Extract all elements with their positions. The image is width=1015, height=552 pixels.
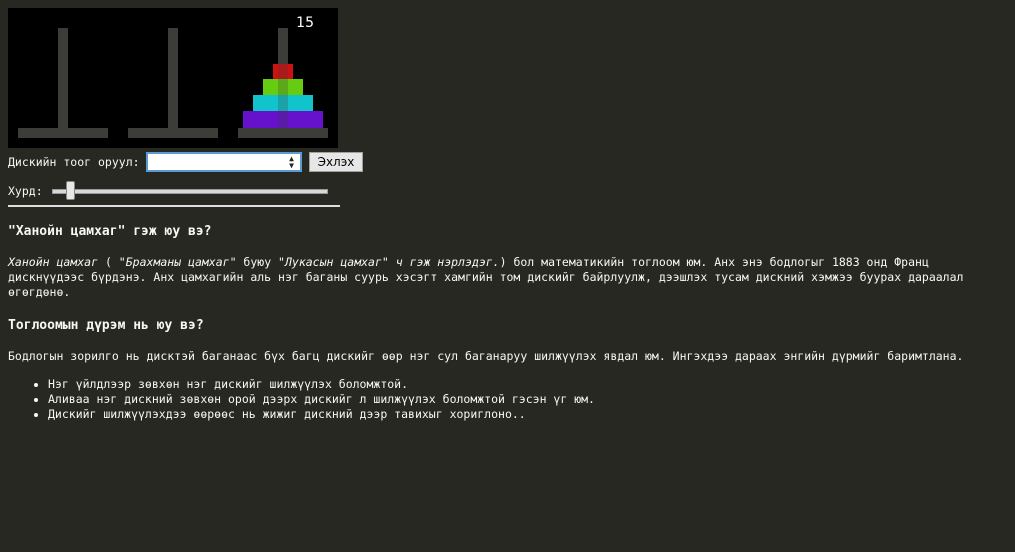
intro-text-3: ) бол математикийн тоглоом юм. Анх энэ б… xyxy=(499,255,929,269)
intro-text-1: ( xyxy=(98,255,119,269)
move-counter: 15 xyxy=(296,15,314,31)
rules-list: Нэг үйлдлээр зөвхөн нэг дискийг шилжүүлэ… xyxy=(8,377,595,422)
intro-text-2: буюу xyxy=(236,255,279,269)
peg-2 xyxy=(168,28,178,130)
controls-panel: Дискийн тоог оруул: ▲ ▼ Эхлэх Хурд: xyxy=(8,152,408,202)
spinner-arrows-icon[interactable]: ▲ ▼ xyxy=(287,155,297,170)
speed-slider[interactable] xyxy=(52,189,328,194)
intro-paragraph: Ханойн цамхаг ( "Брахманы цамхаг" буюу "… xyxy=(8,255,1015,300)
peg-1-base xyxy=(18,128,108,138)
intro-line-2: дискнүүдээс бүрдэнэ. Анх цамхагийн аль н… xyxy=(8,270,964,284)
intro-alt-name-1: "Брахманы цамхаг" xyxy=(118,255,237,269)
heading-rules: Тоглоомын дүрэм нь юу вэ? xyxy=(8,318,204,333)
heading-what-is: "Ханойн цамхаг" гэж юу вэ? xyxy=(8,224,212,239)
disk-count-input[interactable]: ▲ ▼ xyxy=(145,152,302,172)
intro-line-3: өгөгдөнө. xyxy=(8,285,71,299)
intro-alt-name-2: "Лукасын цамхаг" ч гэж нэрлэдэг. xyxy=(278,255,500,269)
goal-paragraph: Бодлогын зорилго нь дисктэй баганаас бүх… xyxy=(8,349,964,363)
list-item: Нэг үйлдлээр зөвхөн нэг дискийг шилжүүлэ… xyxy=(48,377,595,392)
list-item: Дискийг шилжүүлэхдээ өөрөөс нь жижиг дис… xyxy=(48,407,595,422)
peg-1 xyxy=(58,28,68,130)
intro-term: Ханойн цамхаг xyxy=(8,255,99,269)
peg-3-base xyxy=(238,128,328,138)
list-item: Аливаа нэг дискний зөвхөн орой дээрх дис… xyxy=(48,392,595,407)
start-button[interactable]: Эхлэх xyxy=(308,152,364,172)
speed-slider-thumb[interactable] xyxy=(66,181,75,200)
peg-2-base xyxy=(128,128,218,138)
disk-count-label: Дискийн тоог оруул: xyxy=(8,155,140,169)
peg-3-overlay xyxy=(278,64,288,128)
speed-label: Хурд: xyxy=(8,184,43,198)
hanoi-canvas: 15 xyxy=(8,8,338,148)
divider xyxy=(8,205,340,207)
